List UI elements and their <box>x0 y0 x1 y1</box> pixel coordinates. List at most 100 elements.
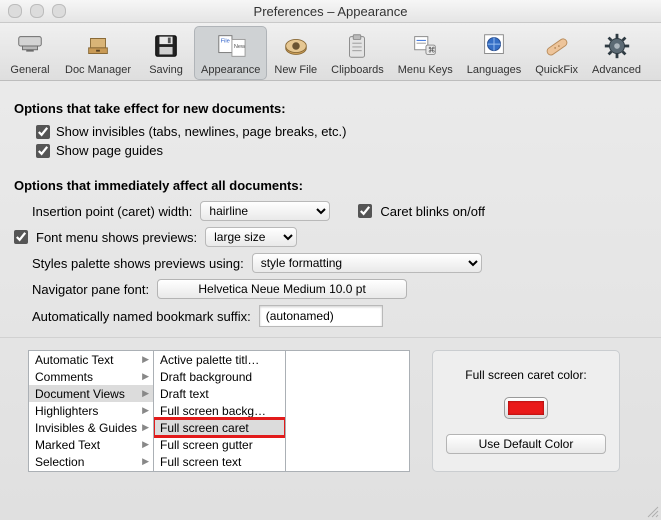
tab-label: Saving <box>149 64 183 76</box>
caret-width-select[interactable]: hairline <box>200 201 330 221</box>
show-page-guides-checkbox[interactable] <box>36 144 50 158</box>
tab-appearance[interactable]: File New Appearance <box>194 26 267 80</box>
tab-label: New File <box>274 64 317 76</box>
row-caret-width: Insertion point (caret) width: hairline … <box>32 201 647 221</box>
item-list[interactable]: Active palette titl… Draft background Dr… <box>153 350 285 472</box>
tab-languages[interactable]: Languages <box>460 26 528 80</box>
row-bookmark-suffix: Automatically named bookmark suffix: <box>32 305 647 327</box>
tab-label: QuickFix <box>535 64 578 76</box>
tab-label: Languages <box>467 64 521 76</box>
tab-label: Doc Manager <box>65 64 131 76</box>
use-default-color-button[interactable]: Use Default Color <box>446 434 606 454</box>
list-item[interactable]: Full screen text <box>154 453 285 470</box>
bookmark-suffix-input[interactable] <box>259 305 383 327</box>
svg-text:⌘: ⌘ <box>428 46 436 55</box>
color-title: Full screen caret color: <box>465 368 586 382</box>
tab-saving[interactable]: Saving <box>138 26 194 80</box>
color-swatch[interactable] <box>504 397 548 419</box>
switch-icon <box>14 30 46 62</box>
list-item[interactable]: Highlighters▶ <box>29 402 153 419</box>
font-previews-label: Font menu shows previews: <box>36 230 197 245</box>
tab-label: Advanced <box>592 64 641 76</box>
row-styles-previews: Styles palette shows previews using: sty… <box>32 253 647 273</box>
list-item[interactable]: Active palette titl… <box>154 351 285 368</box>
tab-general[interactable]: General <box>2 26 58 80</box>
chevron-right-icon: ▶ <box>142 422 149 433</box>
list-item[interactable]: Marked Text▶ <box>29 436 153 453</box>
list-item[interactable]: Comments▶ <box>29 368 153 385</box>
tab-doc-manager[interactable]: Doc Manager <box>58 26 138 80</box>
chevron-right-icon: ▶ <box>142 371 149 382</box>
tab-label: Appearance <box>201 64 260 76</box>
list-item[interactable]: Full screen backg… <box>154 402 285 419</box>
save-icon <box>150 30 182 62</box>
list-item[interactable]: Selection▶ <box>29 453 153 470</box>
tab-quickfix[interactable]: QuickFix <box>528 26 585 80</box>
tab-new-file[interactable]: New File <box>267 26 324 80</box>
show-page-guides-label: Show page guides <box>56 143 163 158</box>
window-title: Preferences – Appearance <box>0 4 661 19</box>
row-show-page-guides: Show page guides <box>36 143 647 158</box>
caret-blinks-checkbox[interactable] <box>358 204 372 218</box>
section2-title: Options that immediately affect all docu… <box>14 178 647 193</box>
list-item[interactable]: Full screen gutter <box>154 436 285 453</box>
caret-width-label: Insertion point (caret) width: <box>32 204 192 219</box>
section1-title: Options that take effect for new documen… <box>14 101 647 116</box>
menu-keys-icon: ⌘ <box>409 30 441 62</box>
toolbar: General Doc Manager Saving File New Appea… <box>0 23 661 81</box>
preferences-window: Preferences – Appearance General Doc Man… <box>0 0 661 520</box>
row-font-previews: Font menu shows previews: large size <box>32 227 647 247</box>
zoom-icon[interactable] <box>52 4 66 18</box>
swatch-color-icon <box>508 401 544 415</box>
window-controls <box>8 4 66 18</box>
tab-label: Clipboards <box>331 64 384 76</box>
globe-icon <box>478 30 510 62</box>
empty-list[interactable] <box>285 350 410 472</box>
styles-previews-label: Styles palette shows previews using: <box>32 256 244 271</box>
color-panel: Full screen caret color: Use Default Col… <box>432 350 620 472</box>
row-show-invisibles: Show invisibles (tabs, newlines, page br… <box>36 124 647 139</box>
content-area: Options that take effect for new documen… <box>0 81 661 350</box>
chevron-right-icon: ▶ <box>142 439 149 450</box>
tab-label: General <box>10 64 49 76</box>
list-item[interactable]: Draft text <box>154 385 285 402</box>
list-item-selected[interactable]: Full screen caret <box>154 419 285 436</box>
resize-handle-icon[interactable] <box>645 504 659 518</box>
close-icon[interactable] <box>8 4 22 18</box>
caret-blinks-label: Caret blinks on/off <box>380 204 485 219</box>
list-item[interactable]: Navigator backgr… <box>154 470 285 472</box>
gear-icon <box>601 30 633 62</box>
category-list[interactable]: Automatic Text▶ Comments▶ Document Views… <box>28 350 153 472</box>
separator <box>0 337 661 338</box>
svg-text:New: New <box>234 44 246 50</box>
appearance-icon: File New <box>215 30 247 62</box>
tab-menu-keys[interactable]: ⌘ Menu Keys <box>391 26 460 80</box>
tab-clipboards[interactable]: Clipboards <box>324 26 391 80</box>
svg-text:File: File <box>220 38 229 44</box>
color-picker-area: Automatic Text▶ Comments▶ Document Views… <box>0 350 661 480</box>
list-item[interactable]: Automatic Text▶ <box>29 351 153 368</box>
minimize-icon[interactable] <box>30 4 44 18</box>
chevron-right-icon: ▶ <box>142 388 149 399</box>
font-previews-checkbox[interactable] <box>14 230 28 244</box>
chevron-right-icon: ▶ <box>142 354 149 365</box>
styles-previews-select[interactable]: style formatting <box>252 253 482 273</box>
new-file-icon <box>280 30 312 62</box>
tab-label: Menu Keys <box>398 64 453 76</box>
show-invisibles-checkbox[interactable] <box>36 125 50 139</box>
font-previews-select[interactable]: large size <box>205 227 297 247</box>
row-navigator-font: Navigator pane font: Helvetica Neue Medi… <box>32 279 647 299</box>
bookmark-suffix-label: Automatically named bookmark suffix: <box>32 309 251 324</box>
clipboard-icon <box>341 30 373 62</box>
bandage-icon <box>541 30 573 62</box>
list-item[interactable]: Invisibles & Guides▶ <box>29 419 153 436</box>
chevron-right-icon: ▶ <box>142 405 149 416</box>
show-invisibles-label: Show invisibles (tabs, newlines, page br… <box>56 124 346 139</box>
tab-advanced[interactable]: Advanced <box>585 26 648 80</box>
navigator-font-button[interactable]: Helvetica Neue Medium 10.0 pt <box>157 279 407 299</box>
navigator-font-label: Navigator pane font: <box>32 282 149 297</box>
chevron-right-icon: ▶ <box>142 456 149 467</box>
list-item[interactable]: Document Views▶ <box>29 385 153 402</box>
list-item[interactable]: Draft background <box>154 368 285 385</box>
titlebar: Preferences – Appearance <box>0 0 661 23</box>
